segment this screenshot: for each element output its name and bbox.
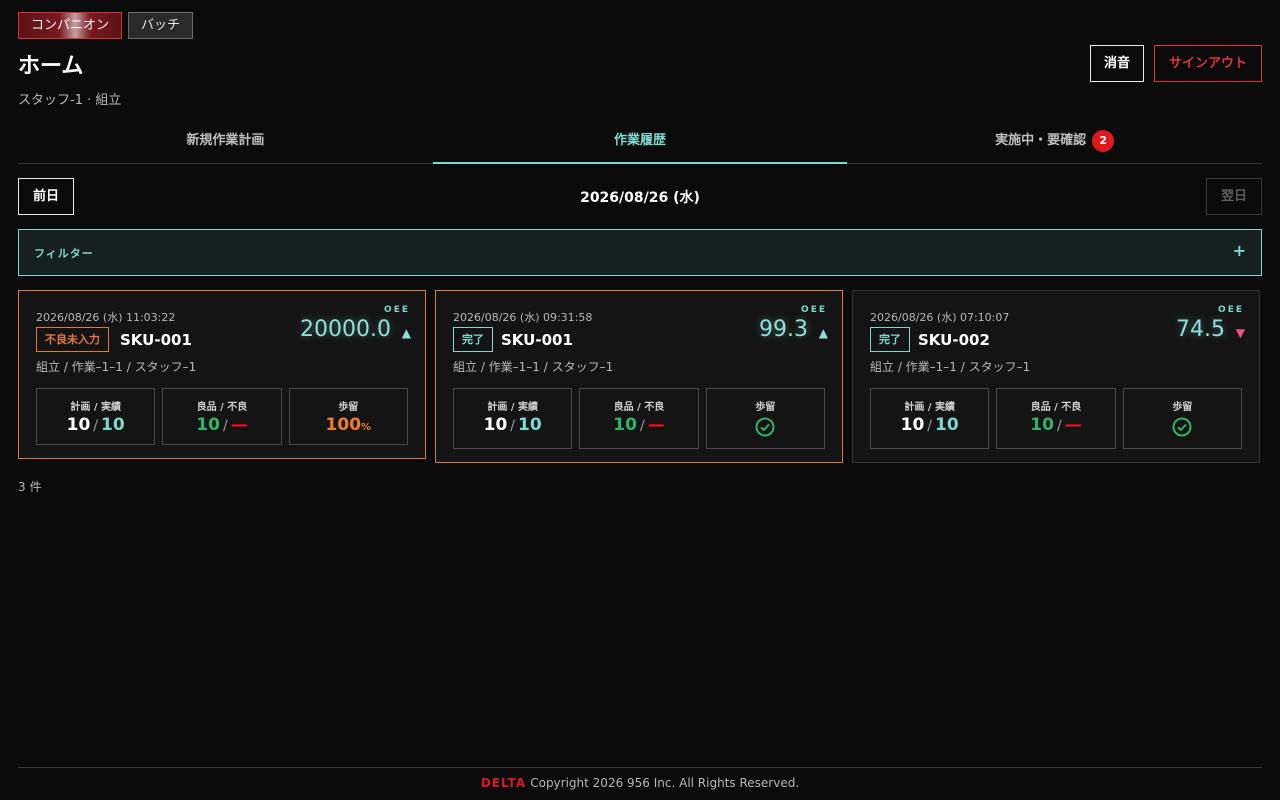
current-date: 2026/08/26 (水): [580, 190, 700, 206]
yield-metric: 歩留 100%: [288, 388, 408, 445]
metric-label: 良品 / 不良: [196, 402, 248, 413]
oee-label: OEE: [384, 305, 410, 315]
metric-label: 歩留: [1172, 402, 1193, 413]
quality-metric: 良品 / 不良 10/—: [162, 388, 282, 445]
good-value: 10: [1030, 415, 1054, 435]
plan-value: 10: [483, 415, 508, 435]
tab-in-progress[interactable]: 実施中・要確認 2: [847, 122, 1262, 163]
yield-metric: 歩留: [1122, 388, 1242, 449]
plan-actual-metric: 計画 / 実績 10/10: [36, 388, 156, 445]
main-tabs: 新規作業計画 作業履歴 実施中・要確認 2: [18, 122, 1262, 164]
mode-tabs: コンパニオン バッチ: [18, 12, 194, 39]
result-count: 3 件: [18, 480, 42, 494]
check-circle-icon: [755, 417, 775, 437]
footer: DELTA Copyright 2026 956 Inc. All Rights …: [18, 767, 1262, 800]
good-value: 10: [196, 415, 220, 435]
mute-button[interactable]: 消音: [1089, 45, 1144, 82]
metric-label: 良品 / 不良: [1030, 402, 1082, 413]
metric-label: 計画 / 実績: [904, 402, 955, 413]
actual-value: 10: [101, 415, 125, 435]
count-badge: 2: [1092, 129, 1115, 152]
bad-value: —: [230, 415, 248, 435]
history-card[interactable]: 2026/08/26 (水) 11:03:22 不良未入力 SKU-001 OE…: [18, 290, 426, 459]
triangle-up-icon: ▲: [401, 326, 411, 340]
actual-value: 10: [935, 415, 959, 435]
oee-label: OEE: [801, 305, 827, 315]
plan-actual-metric: 計画 / 実績 10/10: [453, 388, 573, 449]
work-path: 組立 / 作業–1–1 / スタッフ–1: [36, 360, 197, 374]
triangle-down-icon: ▼: [1235, 326, 1245, 340]
next-day-button[interactable]: 翌日: [1206, 178, 1262, 215]
triangle-up-icon: ▲: [818, 326, 828, 340]
date-navigation: 前日 2026/08/26 (水) 翌日: [18, 178, 1262, 215]
work-path: 組立 / 作業–1–1 / スタッフ–1: [870, 360, 1031, 374]
status-badge: 完了: [870, 327, 910, 352]
card-timestamp: 2026/08/26 (水) 11:03:22: [36, 311, 176, 324]
history-card-list: 2026/08/26 (水) 11:03:22 不良未入力 SKU-001 OE…: [18, 290, 1262, 463]
quality-metric: 良品 / 不良 10/—: [579, 388, 699, 449]
bad-value: —: [647, 415, 665, 435]
metric-label: 歩留: [338, 402, 359, 413]
metric-label: 計画 / 実績: [487, 402, 538, 413]
metrics-row: 計画 / 実績 10/10 良品 / 不良 10/— 歩留: [870, 388, 1242, 449]
metric-label: 良品 / 不良: [613, 402, 665, 413]
tab-history[interactable]: 作業履歴: [432, 122, 848, 164]
yield-unit: %: [361, 422, 372, 433]
quality-metric: 良品 / 不良 10/—: [996, 388, 1116, 449]
page-title: ホーム: [18, 54, 84, 79]
signout-button[interactable]: サインアウト: [1153, 45, 1262, 82]
user-context: スタッフ-1 · 組立: [18, 93, 122, 108]
mode-tab-companion[interactable]: コンパニオン: [18, 12, 123, 39]
oee-label: OEE: [1218, 305, 1244, 315]
plan-value: 10: [900, 415, 925, 435]
tab-label: 実施中・要確認: [995, 133, 1087, 148]
plan-actual-metric: 計画 / 実績 10/10: [870, 388, 990, 449]
history-card[interactable]: 2026/08/26 (水) 09:31:58 完了 SKU-001 OEE 9…: [435, 290, 843, 463]
tab-new-plan[interactable]: 新規作業計画: [18, 122, 433, 163]
card-timestamp: 2026/08/26 (水) 07:10:07: [870, 311, 1010, 324]
oee-value: 99.3: [759, 317, 808, 342]
metric-label: 歩留: [755, 402, 776, 413]
card-timestamp: 2026/08/26 (水) 09:31:58: [453, 311, 593, 324]
sku-label: SKU-001: [120, 331, 192, 349]
good-value: 10: [613, 415, 637, 435]
actual-value: 10: [518, 415, 542, 435]
check-circle-icon: [1172, 417, 1192, 437]
work-path: 組立 / 作業–1–1 / スタッフ–1: [453, 360, 614, 374]
filter-panel[interactable]: フィルター +: [18, 229, 1262, 276]
brand-logo: DELTA: [480, 776, 527, 790]
filter-label: フィルター: [34, 247, 94, 260]
tab-label: 作業履歴: [614, 133, 667, 148]
status-badge: 完了: [453, 327, 493, 352]
copyright-text: Copyright 2026 956 Inc. All Rights Reser…: [530, 776, 800, 790]
bad-value: —: [1064, 415, 1082, 435]
yield-metric: 歩留: [705, 388, 825, 449]
status-badge: 不良未入力: [36, 327, 109, 352]
mode-tab-batch[interactable]: バッチ: [128, 12, 194, 39]
metrics-row: 計画 / 実績 10/10 良品 / 不良 10/— 歩留 100%: [36, 388, 408, 445]
sku-label: SKU-002: [918, 331, 990, 349]
plus-icon[interactable]: +: [1233, 241, 1246, 260]
metric-label: 計画 / 実績: [70, 402, 121, 413]
yield-value: 100: [325, 415, 362, 435]
history-card[interactable]: 2026/08/26 (水) 07:10:07 完了 SKU-002 OEE 7…: [852, 290, 1260, 463]
oee-value: 20000.0: [300, 317, 391, 342]
oee-value: 74.5: [1176, 317, 1225, 342]
tab-label: 新規作業計画: [186, 133, 265, 148]
sku-label: SKU-001: [501, 331, 573, 349]
metrics-row: 計画 / 実績 10/10 良品 / 不良 10/— 歩留: [453, 388, 825, 449]
plan-value: 10: [66, 415, 91, 435]
top-actions: 消音 サインアウト: [1089, 45, 1262, 82]
